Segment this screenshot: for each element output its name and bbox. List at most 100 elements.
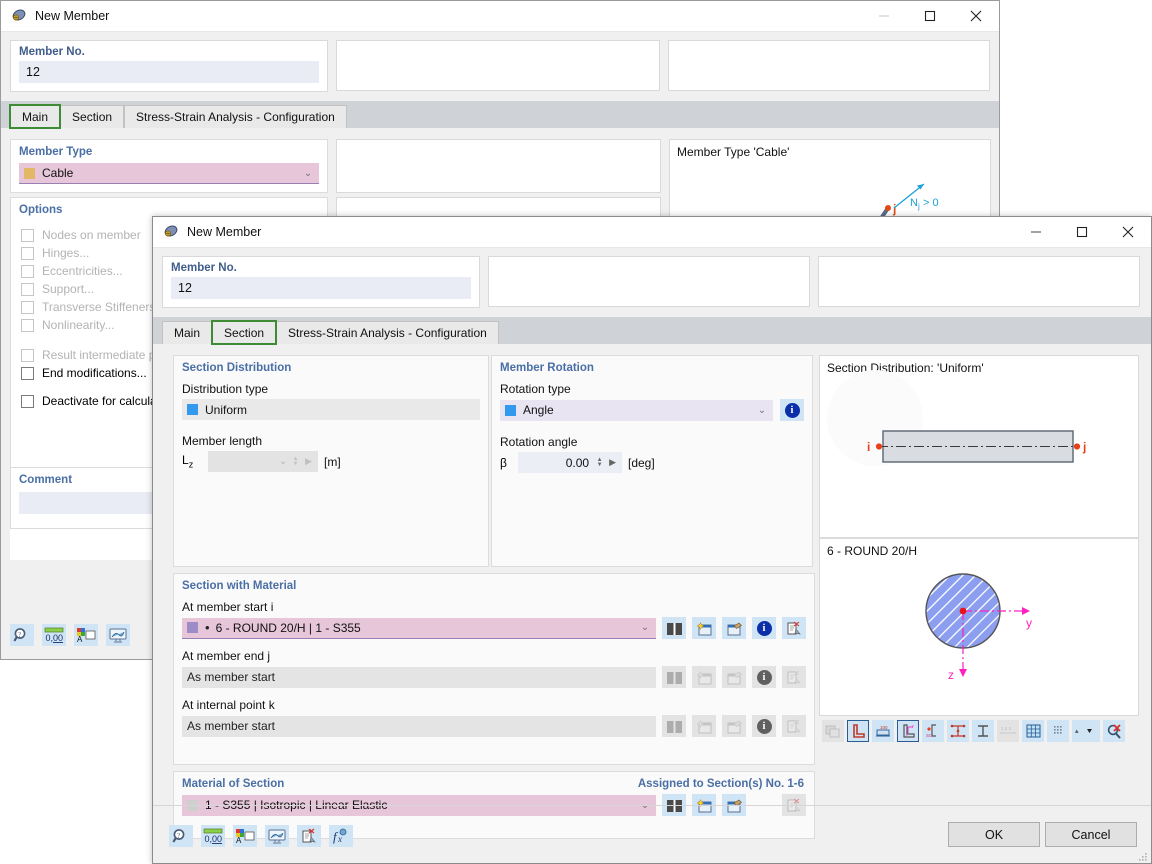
info-icon[interactable]: i: [780, 399, 804, 421]
checkbox-deactivate-for-calculation[interactable]: [21, 394, 34, 408]
member-no-input[interactable]: 12: [19, 61, 319, 83]
resize-grip[interactable]: [1138, 851, 1148, 861]
checkbox-nodes-on-member[interactable]: [21, 228, 34, 242]
svg-text:z: z: [948, 668, 954, 682]
front-tabstrip[interactable]: Main Section Stress-Strain Analysis - Co…: [153, 317, 1151, 345]
tab-main[interactable]: Main: [162, 321, 213, 344]
background-tabstrip[interactable]: Main Section Stress-Strain Analysis - Co…: [1, 101, 999, 129]
tab-main[interactable]: Main: [8, 104, 62, 129]
tab-section[interactable]: Section: [60, 105, 125, 128]
rotation-type-value: Angle: [523, 403, 554, 417]
section-start-i-swatch: [187, 622, 198, 633]
maximize-icon[interactable]: [1059, 217, 1105, 247]
checkbox-nonlinearity[interactable]: [21, 318, 34, 332]
member-type-combo[interactable]: Cable ⌄: [19, 163, 319, 184]
option-label: Hinges...: [42, 246, 90, 260]
delete-section-icon[interactable]: [782, 617, 806, 639]
checkbox-end-modifications[interactable]: [21, 366, 34, 380]
rotation-angle-spinbox[interactable]: 0.00 ▲ ▼ ▶: [518, 452, 622, 473]
front-new-member-window[interactable]: New Member Member No. 12 Main Section St…: [152, 216, 1152, 864]
section-outline-icon[interactable]: [847, 720, 869, 742]
mesh-icon[interactable]: [1047, 720, 1069, 742]
background-bottom-toolbar[interactable]: ? 0, 00 A: [10, 624, 130, 646]
tab-stress-strain[interactable]: Stress-Strain Analysis - Configuration: [124, 105, 347, 128]
distribution-type-combo[interactable]: Uniform: [182, 399, 480, 420]
close-icon[interactable]: [1105, 217, 1151, 247]
svg-text:SC: SC: [926, 733, 933, 738]
section-end-j-combo[interactable]: As member start: [182, 666, 656, 688]
front-titlebar[interactable]: New Member: [153, 217, 1151, 248]
rotation-type-combo[interactable]: Angle ⌄: [500, 399, 773, 421]
svg-text:A: A: [236, 836, 242, 844]
section-internal-k-value: As member start: [187, 719, 276, 733]
chevron-down-icon[interactable]: ⌄: [276, 456, 290, 467]
delete-icon[interactable]: [297, 825, 321, 847]
checkbox-support[interactable]: [21, 282, 34, 296]
shear-center-icon[interactable]: SC: [922, 720, 944, 742]
play-icon[interactable]: ▶: [605, 457, 620, 468]
checkbox-transverse-stiffeners[interactable]: [21, 300, 34, 314]
ok-button[interactable]: OK: [948, 822, 1040, 847]
preview-toolbar[interactable]: 100 yz SC 1 2 3 ▴: [819, 716, 1139, 746]
numeric-format-icon[interactable]: 0, 00: [201, 825, 225, 847]
tab-section[interactable]: Section: [211, 320, 278, 345]
checkbox-result-intermediate-points[interactable]: [21, 348, 34, 362]
info-badge: i: [756, 669, 772, 685]
svg-text:> 0: > 0: [923, 197, 939, 209]
checkbox-hinges[interactable]: [21, 246, 34, 260]
member-length-spinbox[interactable]: ⌄ ▲ ▼ ▶: [208, 451, 318, 472]
background-titlebar[interactable]: New Member: [1, 1, 999, 32]
info-icon: i: [752, 715, 776, 737]
member-no-input[interactable]: 12: [171, 277, 471, 299]
section-internal-k-row: As member start i: [174, 715, 814, 737]
library-icon: [662, 666, 686, 688]
minimize-icon[interactable]: [1013, 217, 1059, 247]
info-icon[interactable]: i: [752, 617, 776, 639]
front-bottom-toolbar[interactable]: ? 0, 00 A f x: [169, 825, 353, 847]
display-properties-icon[interactable]: A: [74, 624, 98, 646]
dimensions-icon[interactable]: 100: [872, 720, 894, 742]
zoom-reset-icon[interactable]: [1103, 720, 1125, 742]
member-length-unit: [m]: [324, 454, 341, 469]
spin-arrows[interactable]: ▲ ▼: [290, 456, 301, 467]
numeric-format-icon[interactable]: 0, 00: [42, 624, 66, 646]
minimize-icon[interactable]: [861, 1, 907, 31]
axes-icon[interactable]: yz: [897, 720, 919, 742]
section-profile-icon[interactable]: [972, 720, 994, 742]
svg-text:?: ?: [18, 631, 21, 639]
tab-stress-strain[interactable]: Stress-Strain Analysis - Configuration: [276, 321, 499, 344]
find-icon[interactable]: ?: [10, 624, 34, 646]
rotation-angle-symbol: β: [500, 455, 507, 470]
section-end-j-row: As member start i: [174, 666, 814, 688]
render-icon[interactable]: [265, 825, 289, 847]
new-section-icon: [692, 715, 716, 737]
display-properties-icon[interactable]: A: [233, 825, 257, 847]
play-icon[interactable]: ▶: [301, 456, 316, 467]
render-icon[interactable]: [106, 624, 130, 646]
formula-icon[interactable]: fx: [329, 825, 353, 847]
edit-section-icon[interactable]: [722, 617, 746, 639]
section-start-i-combo[interactable]: • 6 - ROUND 20/H | 1 - S355 ⌄: [182, 617, 656, 639]
chevron-down-icon[interactable]: ⌄: [638, 622, 652, 633]
background-header-row: Member No. 12: [1, 32, 999, 92]
option-label: End modifications...: [42, 366, 147, 380]
cancel-button[interactable]: Cancel: [1045, 822, 1137, 847]
member-length-symbol: Lz: [182, 453, 194, 470]
grid-icon[interactable]: [1022, 720, 1044, 742]
dropdown-icon[interactable]: ▴: [1072, 720, 1100, 742]
info-badge: i: [756, 620, 772, 636]
library-icon[interactable]: [662, 617, 686, 639]
section-internal-k-combo[interactable]: As member start: [182, 715, 656, 737]
chevron-down-icon[interactable]: ⌄: [755, 405, 769, 416]
stress-points-icon[interactable]: [947, 720, 969, 742]
new-section-icon[interactable]: [692, 617, 716, 639]
maximize-icon[interactable]: [907, 1, 953, 31]
front-dialog-buttons[interactable]: OK Cancel: [948, 822, 1137, 847]
svg-text:j: j: [1082, 440, 1086, 454]
chevron-down-icon[interactable]: ⌄: [301, 168, 315, 179]
spin-arrows[interactable]: ▲ ▼: [594, 457, 605, 468]
checkbox-eccentricities[interactable]: [21, 264, 34, 278]
option-label: Support...: [42, 282, 95, 296]
find-icon[interactable]: ?: [169, 825, 193, 847]
close-icon[interactable]: [953, 1, 999, 31]
